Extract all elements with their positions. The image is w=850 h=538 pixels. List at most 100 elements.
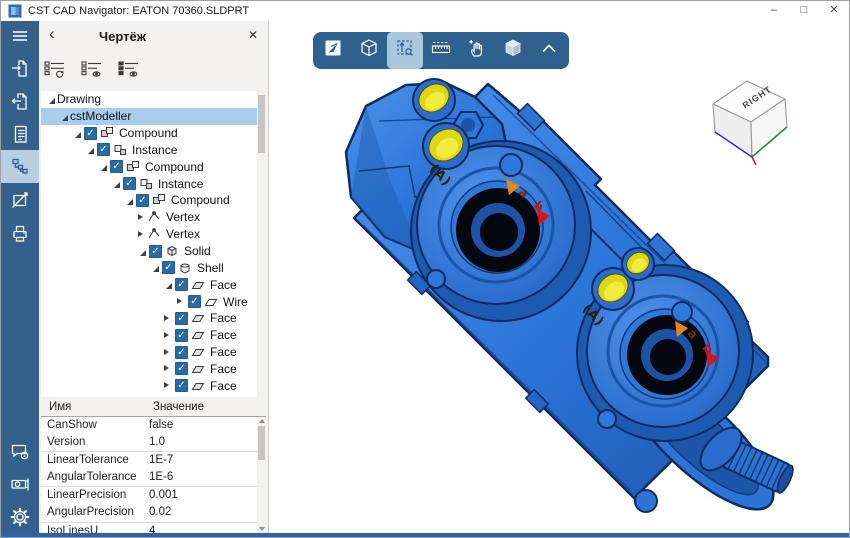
- property-row[interactable]: LinearPrecision0.001: [41, 487, 257, 504]
- tree-item-cstmodeller[interactable]: cstModeller: [41, 108, 266, 125]
- tree-item-compound[interactable]: Compound: [41, 192, 266, 209]
- tree-expander-icon[interactable]: [162, 363, 173, 374]
- panel-header: ‹ Чертёж ✕: [39, 21, 268, 53]
- tree-expander-icon[interactable]: [136, 212, 147, 223]
- measure-button[interactable]: [1, 183, 39, 216]
- tree-expander-icon[interactable]: [162, 380, 173, 391]
- face-icon: [191, 328, 207, 342]
- properties-scrollbar-thumb[interactable]: [258, 426, 265, 460]
- tree-checkbox[interactable]: [97, 143, 110, 156]
- tree-item-face[interactable]: Face: [41, 377, 266, 394]
- tree-checkbox[interactable]: [175, 346, 188, 359]
- solid-icon: [165, 244, 181, 258]
- tree-item-wire[interactable]: Wire: [41, 293, 266, 310]
- tree-item-drawing[interactable]: Drawing: [41, 91, 266, 108]
- maximize-button[interactable]: □: [789, 1, 819, 21]
- tree-expander-icon[interactable]: [175, 296, 186, 307]
- tree-item-face[interactable]: Face: [41, 327, 266, 344]
- hide-all-button[interactable]: [80, 59, 104, 79]
- tree-item-instance[interactable]: Instance: [41, 175, 266, 192]
- property-row[interactable]: LinearTolerance1E-7: [41, 452, 257, 469]
- tree-scrollbar[interactable]: [257, 91, 266, 397]
- properties-scrollbar[interactable]: [257, 417, 266, 533]
- tree-checkbox[interactable]: [123, 177, 136, 190]
- tree-expander-icon[interactable]: [110, 178, 121, 189]
- tree-expander-icon[interactable]: [58, 111, 69, 122]
- property-row[interactable]: CanShowfalse: [41, 417, 257, 434]
- tree-item-label: cstModeller: [69, 109, 131, 123]
- tree-expander-icon[interactable]: [162, 347, 173, 358]
- application-window: CST CAD Navigator: EATON 70360.SLDPRT – …: [0, 0, 850, 538]
- property-row[interactable]: AngularTolerance1E-6: [41, 469, 257, 487]
- tree-item-compound[interactable]: Compound: [41, 125, 266, 142]
- tree-expander-icon[interactable]: [136, 229, 147, 240]
- menu-button[interactable]: [1, 21, 39, 51]
- settings-button[interactable]: [1, 500, 39, 533]
- system-info-icon: [9, 473, 31, 495]
- face-icon: [191, 311, 207, 325]
- property-value: 1E-6: [149, 471, 173, 483]
- panel-title: Чертёж: [99, 29, 146, 44]
- tree-item-vertex[interactable]: Vertex: [41, 226, 266, 243]
- tree-checkbox[interactable]: [175, 329, 188, 342]
- tree-item-solid[interactable]: Solid: [41, 243, 266, 260]
- tree-expander-icon[interactable]: [136, 246, 147, 257]
- tree-expander-icon[interactable]: [84, 144, 95, 155]
- property-row[interactable]: Version1.0: [41, 434, 257, 452]
- tree-item-instance[interactable]: Instance: [41, 142, 266, 159]
- drawing-panel: ‹ Чертёж ✕: [39, 21, 269, 533]
- tree-item-shell[interactable]: Shell: [41, 259, 266, 276]
- tree-checkbox[interactable]: [175, 278, 188, 291]
- minimize-button[interactable]: –: [759, 1, 789, 21]
- instance-icon: [113, 143, 129, 157]
- system-info-button[interactable]: [1, 467, 39, 500]
- tree-checkbox[interactable]: [188, 295, 201, 308]
- property-row[interactable]: IsoLinesU4: [41, 523, 257, 533]
- tree-expander-icon[interactable]: [162, 330, 173, 341]
- menu-icon: [9, 25, 31, 47]
- panel-close-icon[interactable]: ✕: [248, 28, 258, 42]
- tree-checkbox[interactable]: [110, 160, 123, 173]
- tree-expander-icon[interactable]: [162, 279, 173, 290]
- report-button[interactable]: [1, 117, 39, 150]
- tree-item-label: Vertex: [165, 227, 200, 241]
- tree-checkbox[interactable]: [84, 127, 97, 140]
- tree-expander-icon[interactable]: [71, 128, 82, 139]
- settings-icon: [9, 506, 31, 528]
- tree-checkbox[interactable]: [175, 362, 188, 375]
- model-tree-button[interactable]: [1, 150, 39, 183]
- import-file-button[interactable]: [1, 51, 39, 84]
- tree-item-label: Face: [209, 311, 237, 325]
- tree-item-compound[interactable]: Compound: [41, 158, 266, 175]
- model-canvas[interactable]: (A) (A) a b a b: [269, 21, 850, 535]
- tree-expander-icon[interactable]: [97, 161, 108, 172]
- close-button[interactable]: ✕: [819, 1, 849, 21]
- tree-item-label: Face: [209, 345, 237, 359]
- tree-item-face[interactable]: Face: [41, 276, 266, 293]
- scroll-up-icon[interactable]: [259, 419, 265, 423]
- feedback-button[interactable]: [1, 434, 39, 467]
- property-row[interactable]: AngularPrecision0.02: [41, 504, 257, 522]
- tree-expander-icon[interactable]: [123, 195, 134, 206]
- tree-expander-icon[interactable]: [162, 313, 173, 324]
- tree-item-face[interactable]: Face: [41, 310, 266, 327]
- tree-expander-icon[interactable]: [45, 94, 56, 105]
- tree-scrollbar-thumb[interactable]: [258, 95, 265, 153]
- tree-checkbox[interactable]: [149, 245, 162, 258]
- tree-item-face[interactable]: Face: [41, 344, 266, 361]
- tree-item-face[interactable]: Face: [41, 361, 266, 378]
- tree-checkbox[interactable]: [175, 379, 188, 392]
- tree-item-vertex[interactable]: Vertex: [41, 209, 266, 226]
- scroll-down-icon[interactable]: [259, 527, 265, 531]
- export-file-button[interactable]: [1, 84, 39, 117]
- back-icon[interactable]: ‹: [49, 24, 55, 44]
- export-file-icon: [9, 90, 31, 112]
- wire-icon: [204, 295, 220, 309]
- print-button[interactable]: [1, 216, 39, 249]
- reload-tree-button[interactable]: [43, 59, 67, 79]
- tree-checkbox[interactable]: [136, 194, 149, 207]
- tree-checkbox[interactable]: [175, 312, 188, 325]
- tree-checkbox[interactable]: [162, 261, 175, 274]
- tree-expander-icon[interactable]: [149, 262, 160, 273]
- show-all-button[interactable]: [117, 59, 141, 79]
